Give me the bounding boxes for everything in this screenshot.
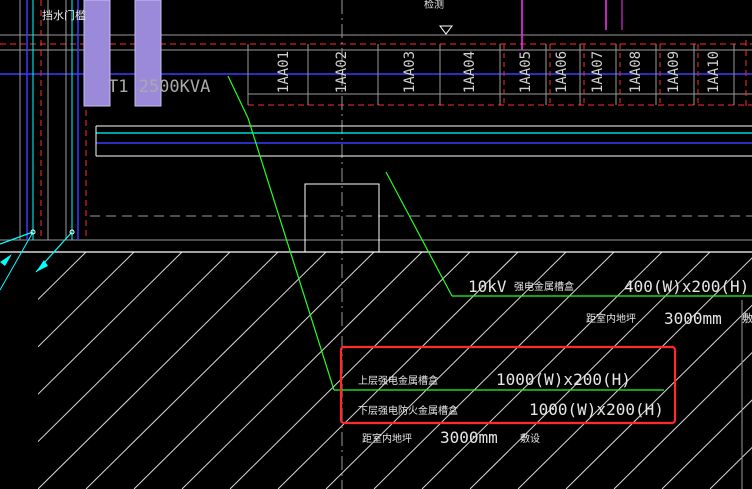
transformer-label: T1 2500KVA bbox=[108, 77, 210, 97]
hatch-line bbox=[133, 252, 375, 489]
panel-label: 1AA03 bbox=[402, 51, 418, 93]
panel-label: 1AA05 bbox=[518, 51, 534, 93]
cad-drawing: 挡水门槛 检测 T1 2500KVA 1AA01 1AA02 1AA03 1AA04 1… bbox=[0, 0, 752, 489]
hatch-line bbox=[38, 252, 39, 253]
bottom-height-label: 距室内地坪 bbox=[362, 432, 412, 445]
label-water-barrier: 挡水门槛 bbox=[42, 8, 86, 22]
panel-labels: 1AA01 1AA02 1AA03 1AA04 1AA05 1AA06 1AA07 1AA08… bbox=[276, 51, 722, 93]
annotation-10kv-tray-name: 强电金属槽盒 bbox=[514, 280, 574, 293]
panel-label: 1AA09 bbox=[666, 51, 682, 93]
label-inspection: 检测 bbox=[424, 0, 444, 11]
panel-label: 1AA07 bbox=[590, 51, 606, 93]
panel-label: 1AA06 bbox=[554, 51, 570, 93]
upper-tray-size: 1000(W)x200(H) bbox=[496, 370, 631, 389]
panel-label: 1AA02 bbox=[334, 51, 350, 93]
hatch-line bbox=[85, 252, 327, 489]
hatch-line bbox=[38, 252, 135, 348]
hatch-line bbox=[38, 252, 87, 301]
annotation-10kv-size: 400(W)x200(H) bbox=[624, 277, 749, 296]
panel-label: 1AA08 bbox=[628, 51, 644, 93]
panel-label: 1AA04 bbox=[462, 51, 478, 93]
hatch-line bbox=[229, 252, 471, 489]
lower-tray-size: 1000(W)x200(H) bbox=[529, 400, 664, 419]
hatch-line bbox=[38, 252, 183, 395]
bottom-tail: 敷设 bbox=[520, 432, 540, 445]
annotation-10kv-height-label: 距室内地坪 bbox=[586, 312, 636, 325]
hatch-line bbox=[38, 252, 231, 443]
upper-tray-name: 上层强电金属槽盒 bbox=[358, 374, 438, 387]
lower-tray-name: 下层强电防火金属槽盒 bbox=[358, 404, 458, 417]
cad-drawing-canvas[interactable]: 挡水门槛 检测 T1 2500KVA 1AA01 1AA02 1AA03 1AA04 1… bbox=[0, 0, 752, 489]
annotation-10kv-voltage: 10kV bbox=[468, 277, 507, 296]
panel-label: 1AA01 bbox=[276, 51, 292, 93]
leader-lines bbox=[227, 75, 752, 391]
panel-label: 1AA10 bbox=[706, 51, 722, 93]
hatch-line bbox=[38, 252, 279, 489]
annotation-10kv-height-value: 3000mm bbox=[664, 309, 722, 328]
annotation-10kv-tail: 敷 bbox=[742, 311, 752, 325]
bottom-height-value: 3000mm bbox=[440, 428, 498, 447]
